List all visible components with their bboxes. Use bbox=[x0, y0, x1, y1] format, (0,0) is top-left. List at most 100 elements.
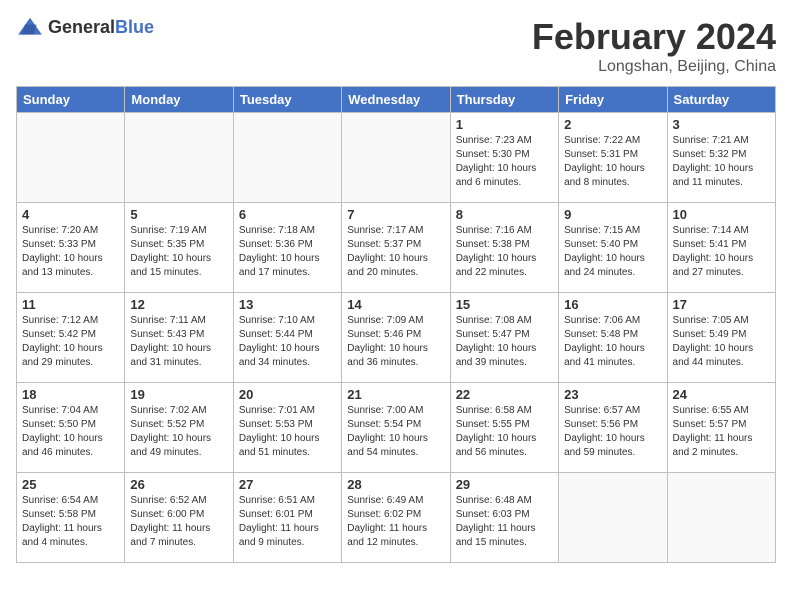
day-info: Sunrise: 6:58 AMSunset: 5:55 PMDaylight:… bbox=[456, 404, 553, 460]
day-number: 5 bbox=[130, 207, 227, 222]
calendar-cell: 10 Sunrise: 7:14 AMSunset: 5:41 PMDayligh… bbox=[667, 203, 775, 293]
calendar-cell bbox=[559, 473, 667, 563]
calendar-cell: 6 Sunrise: 7:18 AMSunset: 5:36 PMDaylight… bbox=[233, 203, 341, 293]
calendar-cell: 4 Sunrise: 7:20 AMSunset: 5:33 PMDaylight… bbox=[17, 203, 125, 293]
calendar-cell: 24 Sunrise: 6:55 AMSunset: 5:57 PMDayligh… bbox=[667, 383, 775, 473]
calendar-week-row: 11 Sunrise: 7:12 AMSunset: 5:42 PMDayligh… bbox=[17, 293, 776, 383]
day-number: 15 bbox=[456, 297, 553, 312]
day-info: Sunrise: 7:12 AMSunset: 5:42 PMDaylight:… bbox=[22, 314, 119, 370]
day-number: 24 bbox=[673, 387, 770, 402]
calendar-cell: 15 Sunrise: 7:08 AMSunset: 5:47 PMDayligh… bbox=[450, 293, 558, 383]
day-info: Sunrise: 6:48 AMSunset: 6:03 PMDaylight:… bbox=[456, 494, 553, 550]
day-info: Sunrise: 7:21 AMSunset: 5:32 PMDaylight:… bbox=[673, 134, 770, 190]
calendar-week-row: 4 Sunrise: 7:20 AMSunset: 5:33 PMDaylight… bbox=[17, 203, 776, 293]
day-info: Sunrise: 7:02 AMSunset: 5:52 PMDaylight:… bbox=[130, 404, 227, 460]
weekday-header: Thursday bbox=[450, 87, 558, 113]
weekday-header: Tuesday bbox=[233, 87, 341, 113]
day-number: 21 bbox=[347, 387, 444, 402]
day-number: 8 bbox=[456, 207, 553, 222]
weekday-header: Friday bbox=[559, 87, 667, 113]
calendar-cell: 1Sunrise: 7:23 AMSunset: 5:30 PMDaylight… bbox=[450, 113, 558, 203]
calendar-cell: 9Sunrise: 7:15 AMSunset: 5:40 PMDaylight… bbox=[559, 203, 667, 293]
day-info: Sunrise: 6:52 AMSunset: 6:00 PMDaylight:… bbox=[130, 494, 227, 550]
calendar-cell: 7Sunrise: 7:17 AMSunset: 5:37 PMDaylight… bbox=[342, 203, 450, 293]
calendar-table: SundayMondayTuesdayWednesdayThursdayFrid… bbox=[16, 86, 776, 563]
day-number: 19 bbox=[130, 387, 227, 402]
day-number: 29 bbox=[456, 477, 553, 492]
day-info: Sunrise: 7:14 AMSunset: 5:41 PMDaylight:… bbox=[673, 224, 770, 280]
weekday-header-row: SundayMondayTuesdayWednesdayThursdayFrid… bbox=[17, 87, 776, 113]
calendar-cell: 2 Sunrise: 7:22 AMSunset: 5:31 PMDaylight… bbox=[559, 113, 667, 203]
calendar-cell: 19 Sunrise: 7:02 AMSunset: 5:52 PMDayligh… bbox=[125, 383, 233, 473]
day-info: Sunrise: 7:06 AMSunset: 5:48 PMDaylight:… bbox=[564, 314, 661, 370]
day-number: 23 bbox=[564, 387, 661, 402]
day-number: 22 bbox=[456, 387, 553, 402]
logo-icon bbox=[16, 16, 44, 38]
calendar-cell: 29 Sunrise: 6:48 AMSunset: 6:03 PMDayligh… bbox=[450, 473, 558, 563]
day-number: 20 bbox=[239, 387, 336, 402]
calendar-cell bbox=[667, 473, 775, 563]
logo: GeneralBlue bbox=[16, 16, 154, 38]
day-info: Sunrise: 6:54 AMSunset: 5:58 PMDaylight:… bbox=[22, 494, 119, 550]
calendar-cell: 8 Sunrise: 7:16 AMSunset: 5:38 PMDaylight… bbox=[450, 203, 558, 293]
day-number: 18 bbox=[22, 387, 119, 402]
day-info: Sunrise: 7:15 AMSunset: 5:40 PMDaylight:… bbox=[564, 224, 661, 280]
day-info: Sunrise: 7:16 AMSunset: 5:38 PMDaylight:… bbox=[456, 224, 553, 280]
logo-text: GeneralBlue bbox=[48, 17, 154, 38]
calendar-cell: 17Sunrise: 7:05 AMSunset: 5:49 PMDayligh… bbox=[667, 293, 775, 383]
calendar-cell: 3 Sunrise: 7:21 AMSunset: 5:32 PMDaylight… bbox=[667, 113, 775, 203]
logo-blue: Blue bbox=[115, 17, 154, 37]
calendar-week-row: 1Sunrise: 7:23 AMSunset: 5:30 PMDaylight… bbox=[17, 113, 776, 203]
day-number: 1 bbox=[456, 117, 553, 132]
day-number: 10 bbox=[673, 207, 770, 222]
day-info: Sunrise: 7:18 AMSunset: 5:36 PMDaylight:… bbox=[239, 224, 336, 280]
calendar-cell bbox=[125, 113, 233, 203]
day-number: 11 bbox=[22, 297, 119, 312]
calendar-cell: 25 Sunrise: 6:54 AMSunset: 5:58 PMDayligh… bbox=[17, 473, 125, 563]
calendar-cell: 28Sunrise: 6:49 AMSunset: 6:02 PMDayligh… bbox=[342, 473, 450, 563]
calendar-cell: 14Sunrise: 7:09 AMSunset: 5:46 PMDayligh… bbox=[342, 293, 450, 383]
day-info: Sunrise: 7:10 AMSunset: 5:44 PMDaylight:… bbox=[239, 314, 336, 370]
calendar-cell bbox=[342, 113, 450, 203]
weekday-header: Sunday bbox=[17, 87, 125, 113]
calendar-cell: 26Sunrise: 6:52 AMSunset: 6:00 PMDayligh… bbox=[125, 473, 233, 563]
day-number: 28 bbox=[347, 477, 444, 492]
calendar-cell: 21 Sunrise: 7:00 AMSunset: 5:54 PMDayligh… bbox=[342, 383, 450, 473]
calendar-cell bbox=[17, 113, 125, 203]
calendar-cell: 27Sunrise: 6:51 AMSunset: 6:01 PMDayligh… bbox=[233, 473, 341, 563]
day-number: 6 bbox=[239, 207, 336, 222]
day-info: Sunrise: 7:20 AMSunset: 5:33 PMDaylight:… bbox=[22, 224, 119, 280]
calendar-week-row: 25 Sunrise: 6:54 AMSunset: 5:58 PMDayligh… bbox=[17, 473, 776, 563]
calendar-cell: 18 Sunrise: 7:04 AMSunset: 5:50 PMDayligh… bbox=[17, 383, 125, 473]
calendar-cell: 22 Sunrise: 6:58 AMSunset: 5:55 PMDayligh… bbox=[450, 383, 558, 473]
day-info: Sunrise: 7:04 AMSunset: 5:50 PMDaylight:… bbox=[22, 404, 119, 460]
calendar-week-row: 18 Sunrise: 7:04 AMSunset: 5:50 PMDayligh… bbox=[17, 383, 776, 473]
calendar-cell: 5Sunrise: 7:19 AMSunset: 5:35 PMDaylight… bbox=[125, 203, 233, 293]
month-title: February 2024 bbox=[532, 16, 776, 58]
calendar-cell: 12Sunrise: 7:11 AMSunset: 5:43 PMDayligh… bbox=[125, 293, 233, 383]
header: GeneralBlue February 2024 Longshan, Beij… bbox=[16, 16, 776, 76]
location-title: Longshan, Beijing, China bbox=[532, 58, 776, 76]
day-info: Sunrise: 7:08 AMSunset: 5:47 PMDaylight:… bbox=[456, 314, 553, 370]
day-number: 2 bbox=[564, 117, 661, 132]
weekday-header: Monday bbox=[125, 87, 233, 113]
day-number: 14 bbox=[347, 297, 444, 312]
calendar-cell: 23Sunrise: 6:57 AMSunset: 5:56 PMDayligh… bbox=[559, 383, 667, 473]
day-info: Sunrise: 6:55 AMSunset: 5:57 PMDaylight:… bbox=[673, 404, 770, 460]
day-info: Sunrise: 7:05 AMSunset: 5:49 PMDaylight:… bbox=[673, 314, 770, 370]
day-info: Sunrise: 7:22 AMSunset: 5:31 PMDaylight:… bbox=[564, 134, 661, 190]
weekday-header: Wednesday bbox=[342, 87, 450, 113]
weekday-header: Saturday bbox=[667, 87, 775, 113]
day-number: 3 bbox=[673, 117, 770, 132]
day-number: 13 bbox=[239, 297, 336, 312]
day-number: 12 bbox=[130, 297, 227, 312]
day-info: Sunrise: 7:17 AMSunset: 5:37 PMDaylight:… bbox=[347, 224, 444, 280]
title-area: February 2024 Longshan, Beijing, China bbox=[532, 16, 776, 76]
calendar-cell: 11 Sunrise: 7:12 AMSunset: 5:42 PMDayligh… bbox=[17, 293, 125, 383]
calendar-cell: 20 Sunrise: 7:01 AMSunset: 5:53 PMDayligh… bbox=[233, 383, 341, 473]
day-info: Sunrise: 7:01 AMSunset: 5:53 PMDaylight:… bbox=[239, 404, 336, 460]
day-number: 25 bbox=[22, 477, 119, 492]
day-info: Sunrise: 7:00 AMSunset: 5:54 PMDaylight:… bbox=[347, 404, 444, 460]
calendar-cell: 13 Sunrise: 7:10 AMSunset: 5:44 PMDayligh… bbox=[233, 293, 341, 383]
day-number: 4 bbox=[22, 207, 119, 222]
